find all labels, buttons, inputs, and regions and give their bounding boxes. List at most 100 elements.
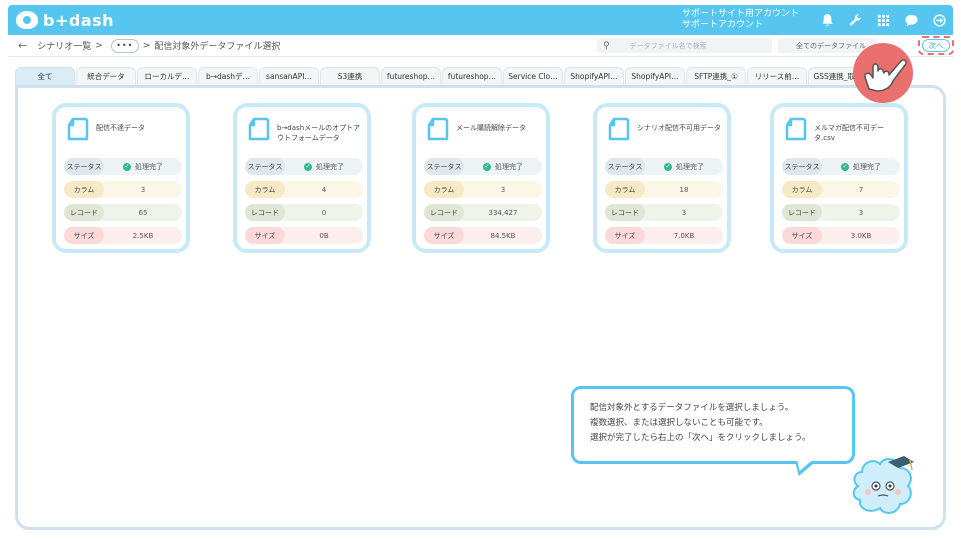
size-row: サイズ 0B [245, 227, 363, 244]
status-text: 処理完了 [676, 162, 704, 171]
bell-icon[interactable] [813, 5, 841, 35]
tab-12[interactable]: リリース前… [747, 67, 807, 85]
breadcrumb-root[interactable]: シナリオ一覧 [37, 39, 91, 52]
columns-row: カラム 4 [245, 181, 363, 198]
records-label: レコード [424, 204, 464, 221]
grid-icon[interactable] [869, 5, 897, 35]
columns-value: 3 [140, 185, 146, 194]
card-title: メール購読解除データ [456, 124, 526, 132]
check-icon: ✓ [123, 162, 131, 171]
columns-row: カラム 3 [424, 181, 542, 198]
tab-9[interactable]: ShopifyAPI… [564, 67, 624, 85]
size-label: サイズ [605, 227, 645, 244]
records-value: 3 [681, 208, 687, 217]
columns-value: 7 [858, 185, 864, 194]
search-placeholder: データファイル名で検索 [629, 41, 707, 50]
columns-row: カラム 7 [782, 181, 900, 198]
size-label: サイズ [64, 227, 104, 244]
file-icon [783, 117, 807, 141]
account-info[interactable]: サポートサイト用アカウント サポートアカウント [682, 9, 799, 31]
tab-4[interactable]: sansanAPI… [259, 67, 319, 85]
datafile-card[interactable]: メルマガ配信不可データ.csv ステータス ✓ 処理完了 カラム 7 レコード 3 サイズ 3.0… [770, 103, 908, 253]
tab-11[interactable]: SFTP連携_① [686, 67, 746, 85]
status-label: ステータス [782, 158, 822, 175]
columns-label: カラム [782, 181, 822, 198]
tab-7[interactable]: futureshop… [442, 67, 502, 85]
status-value: ✓ 処理完了 [285, 162, 363, 172]
size-row: サイズ 3.0KB [782, 227, 900, 244]
pointing-hand-icon [853, 43, 913, 103]
check-icon: ✓ [483, 162, 491, 171]
status-row: ステータス ✓ 処理完了 [245, 158, 363, 175]
file-icon [246, 117, 270, 141]
datafile-card[interactable]: シナリオ配信不可用データ ステータス ✓ 処理完了 カラム 18 レコード 3 サイズ 7.0KB [593, 103, 731, 253]
size-label: サイズ [245, 227, 285, 244]
account-line-2: サポートアカウント [681, 20, 763, 30]
size-value: 3.0KB [850, 231, 872, 240]
records-value: 3 [858, 208, 864, 217]
card-title: 配信不達データ [96, 124, 145, 132]
columns-label: カラム [64, 181, 104, 198]
search-input[interactable]: ⚲ データファイル名で検索 [597, 38, 772, 53]
guide-tooltip: 配信対象外とするデータファイルを選択しましょう。 複数選択、または選択しないこと… [571, 386, 855, 464]
toolbar: ← シナリオ一覧 > ••• > 配信対象外データファイル選択 ⚲ データファイ… [8, 35, 954, 57]
account-line-1: サポートサイト用アカウント [681, 9, 799, 19]
logo-text: b+dash [43, 10, 115, 30]
status-text: 処理完了 [316, 162, 344, 171]
tab-5[interactable]: S3連携 [320, 67, 380, 85]
columns-value: 3 [500, 185, 506, 194]
size-row: サイズ 2.5KB [64, 227, 182, 244]
tab-10[interactable]: ShopifyAPI… [625, 67, 685, 85]
check-icon: ✓ [304, 162, 312, 171]
app-header: b+dash サポートサイト用アカウント サポートアカウント [8, 5, 953, 35]
size-value: 0B [319, 231, 329, 240]
chat-icon[interactable] [897, 5, 925, 35]
records-label: レコード [605, 204, 645, 221]
logout-icon[interactable] [925, 5, 953, 35]
breadcrumb-separator: > [95, 40, 103, 51]
file-icon [65, 117, 89, 141]
tab-3[interactable]: b→dashデ… [198, 67, 258, 85]
datafile-card[interactable]: メール購読解除データ ステータス ✓ 処理完了 カラム 3 レコード 334,427 サイズ 84… [412, 103, 550, 253]
records-value: 65 [138, 208, 148, 217]
tooltip-line: 複数選択、または選択しないことも可能です。 [590, 418, 768, 428]
wrench-icon[interactable] [841, 5, 869, 35]
status-value: ✓ 処理完了 [464, 162, 542, 172]
records-row: レコード 0 [245, 204, 363, 221]
back-arrow-icon[interactable]: ← [18, 39, 27, 52]
file-icon [606, 117, 630, 141]
tab-2[interactable]: ローカルデ… [137, 67, 197, 85]
mascot-icon [852, 456, 914, 514]
records-row: レコード 3 [605, 204, 723, 221]
status-value: ✓ 処理完了 [104, 162, 182, 172]
columns-value: 4 [321, 185, 327, 194]
tab-1[interactable]: 統合データ [76, 67, 136, 85]
size-value: 2.5KB [132, 231, 154, 240]
breadcrumb-ellipsis-button[interactable]: ••• [110, 38, 139, 53]
tab-0[interactable]: 全て [15, 67, 75, 85]
status-row: ステータス ✓ 処理完了 [605, 158, 723, 175]
next-button-highlight: 次へ [918, 36, 954, 55]
status-value: ✓ 処理完了 [645, 162, 723, 172]
breadcrumb-separator: > [142, 40, 151, 51]
tab-6[interactable]: futureshop… [381, 67, 441, 85]
status-value: ✓ 処理完了 [822, 162, 900, 172]
datafile-card[interactable]: 配信不達データ ステータス ✓ 処理完了 カラム 3 レコード 65 サイズ 2.5KB [52, 103, 190, 253]
page-title: 配信対象外データファイル選択 [154, 42, 281, 52]
status-row: ステータス ✓ 処理完了 [782, 158, 900, 175]
size-value: 7.0KB [673, 231, 695, 240]
status-text: 処理完了 [135, 162, 163, 171]
logo[interactable]: b+dash [16, 11, 114, 30]
records-value: 334,427 [488, 208, 518, 217]
columns-label: カラム [424, 181, 464, 198]
size-label: サイズ [424, 227, 464, 244]
logo-icon [16, 11, 38, 29]
datafile-card[interactable]: b→dashメールのオプトアウトフォームデータ ステータス ✓ 処理完了 カラム 4 レコー… [233, 103, 371, 253]
status-text: 処理完了 [853, 162, 881, 171]
size-row: サイズ 7.0KB [605, 227, 723, 244]
records-label: レコード [245, 204, 285, 221]
tab-8[interactable]: Service Clo… [503, 67, 563, 85]
status-row: ステータス ✓ 処理完了 [64, 158, 182, 175]
status-row: ステータス ✓ 処理完了 [424, 158, 542, 175]
next-button[interactable]: 次へ [922, 39, 950, 52]
